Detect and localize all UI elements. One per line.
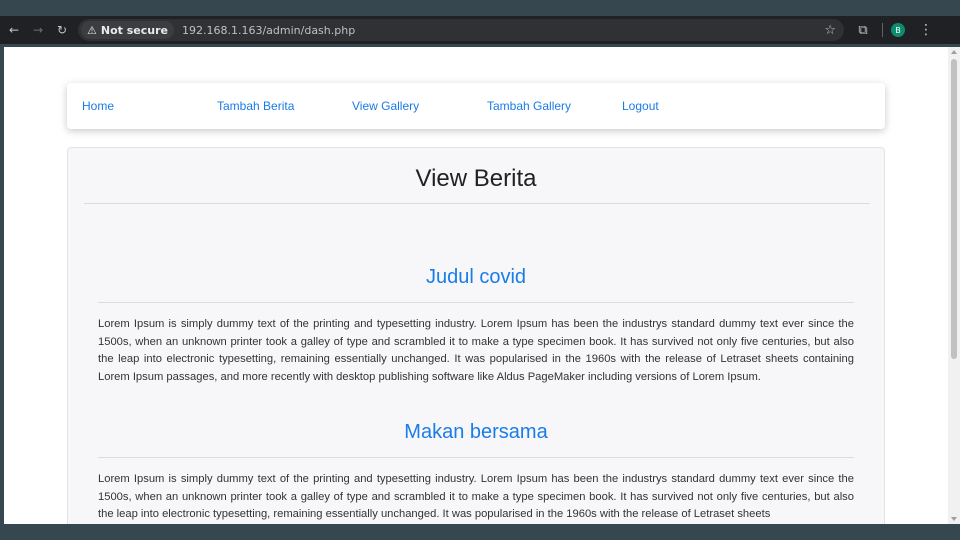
security-chip[interactable]: ⚠ Not secure <box>81 21 174 39</box>
nav-logout-link[interactable]: Logout <box>622 99 659 113</box>
scroll-down-icon[interactable] <box>951 517 957 521</box>
post-title: Makan bersama <box>404 421 548 443</box>
scroll-up-icon[interactable] <box>951 50 957 54</box>
address-bar[interactable]: ⚠ Not secure 192.168.1.163/admin/dash.ph… <box>78 19 844 41</box>
window-bottom-strip <box>0 524 960 540</box>
post-body: Lorem Ipsum is simply dummy text of the … <box>98 318 854 383</box>
berita-panel: View Berita Judul covid Lorem Ipsum is s… <box>67 147 885 524</box>
back-icon[interactable]: ← <box>4 20 24 40</box>
extensions-icon[interactable]: ⧉ <box>852 23 874 38</box>
nav-tambah-berita-link[interactable]: Tambah Berita <box>217 99 294 113</box>
title-divider <box>84 203 870 204</box>
top-navigation: Home Tambah Berita View Gallery Tambah G… <box>67 83 885 129</box>
page-title: View Berita <box>415 165 537 192</box>
news-post: Judul covid Lorem Ipsum is simply dummy … <box>98 264 854 386</box>
news-post: Makan bersama Lorem Ipsum is simply dumm… <box>98 419 854 524</box>
profile-avatar[interactable]: B <box>891 23 905 37</box>
security-label: Not secure <box>100 23 168 37</box>
bookmark-star-icon[interactable]: ☆ <box>824 23 836 38</box>
post-divider <box>98 457 854 458</box>
nav-home-link[interactable]: Home <box>82 99 114 113</box>
post-title: Judul covid <box>425 266 527 288</box>
reload-icon[interactable]: ↻ <box>52 20 72 40</box>
warning-icon: ⚠ <box>87 23 97 37</box>
nav-tambah-gallery-link[interactable]: Tambah Gallery <box>487 99 571 113</box>
scroll-thumb[interactable] <box>951 59 957 359</box>
forward-icon[interactable]: → <box>28 20 48 40</box>
url-text[interactable]: 192.168.1.163/admin/dash.php <box>182 24 355 37</box>
page-scrollbar[interactable] <box>948 47 960 524</box>
browser-toolbar: ← → ↻ ⚠ Not secure 192.168.1.163/admin/d… <box>0 16 960 44</box>
post-divider <box>98 302 854 303</box>
window-top-strip <box>0 0 960 16</box>
browser-menu-icon[interactable]: ⋮ <box>919 22 933 38</box>
post-body: Lorem Ipsum is simply dummy text of the … <box>98 473 854 520</box>
nav-view-gallery-link[interactable]: View Gallery <box>352 99 419 113</box>
page-viewport: Home Tambah Berita View Gallery Tambah G… <box>4 47 948 524</box>
toolbar-divider <box>882 23 883 37</box>
